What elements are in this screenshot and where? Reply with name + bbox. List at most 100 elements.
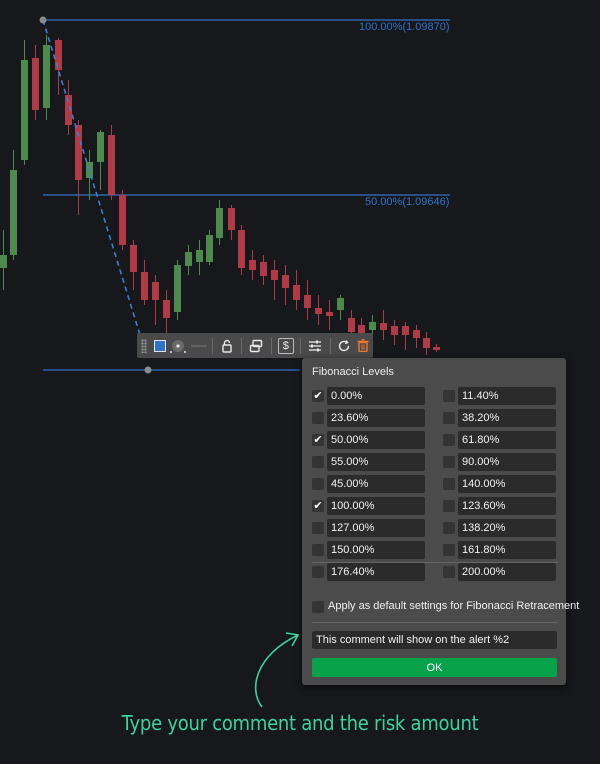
candle-body	[413, 330, 420, 338]
fib-level-row[interactable]: 176.40%	[312, 563, 432, 581]
fib-level-row[interactable]: 150.00%	[312, 541, 432, 559]
candle-body	[391, 326, 398, 335]
lock-button[interactable]	[216, 333, 237, 358]
fib-level-row[interactable]: 38.20%	[443, 409, 563, 427]
fill-square-icon	[153, 339, 166, 352]
level-value-field[interactable]: 138.20%	[458, 519, 556, 537]
default-settings-label: Apply as default settings for Fibonacci …	[328, 600, 580, 612]
level-checkbox[interactable]	[443, 390, 455, 402]
level-checkbox[interactable]	[312, 522, 324, 534]
candle-body	[130, 245, 137, 272]
candle-body	[21, 60, 28, 160]
drawing-toolbar: $	[137, 333, 373, 358]
level-checkbox[interactable]	[443, 500, 455, 512]
level-checkbox[interactable]	[443, 434, 455, 446]
fib-level-row[interactable]: 23.60%	[312, 409, 432, 427]
level-checkbox[interactable]	[443, 478, 455, 490]
candle-body	[32, 58, 39, 110]
level-value-field[interactable]: 0.00%	[327, 387, 425, 405]
candle-body	[174, 265, 181, 312]
candle-body	[185, 252, 192, 266]
level-value-field[interactable]: 150.00%	[327, 541, 425, 559]
link-icon	[250, 339, 263, 352]
settings-icon	[309, 340, 322, 351]
level-value-field[interactable]: 100.00%	[327, 497, 425, 515]
candle-body	[271, 270, 278, 280]
settings-button[interactable]	[304, 333, 327, 358]
level-value-field[interactable]: 127.00%	[327, 519, 425, 537]
fib-level-row[interactable]: ✔ 100.00%	[312, 497, 432, 515]
level-value-field[interactable]: 200.00%	[458, 563, 556, 581]
delete-button[interactable]	[353, 333, 373, 358]
fib-level-row[interactable]: 140.00%	[443, 475, 563, 493]
fib-level-row[interactable]: 11.40%	[443, 387, 563, 405]
level-checkbox[interactable]: ✔	[312, 500, 324, 512]
link-button[interactable]	[245, 333, 268, 358]
candle-body	[152, 282, 159, 300]
fib-level-row[interactable]: 127.00%	[312, 519, 432, 537]
comment-input[interactable]	[312, 631, 557, 649]
fib-level-row[interactable]: ✔ 50.00%	[312, 431, 432, 449]
level-value-field[interactable]: 55.00%	[327, 453, 425, 471]
fib-level-row[interactable]: 138.20%	[443, 519, 563, 537]
candle-body	[119, 195, 126, 245]
dollar-icon: $	[277, 337, 294, 354]
candle-body	[315, 308, 322, 314]
candle-body	[238, 230, 245, 268]
default-settings-checkbox[interactable]	[312, 601, 324, 613]
level-value-field[interactable]: 38.20%	[458, 409, 556, 427]
candle-body	[0, 255, 7, 268]
fib-level-row[interactable]: 123.60%	[443, 497, 563, 515]
candle-body	[196, 250, 203, 262]
candle-body	[380, 323, 387, 330]
level-checkbox[interactable]	[443, 566, 455, 578]
anchor-handle-top	[39, 16, 47, 24]
level-value-field[interactable]: 11.40%	[458, 387, 556, 405]
divider	[312, 562, 558, 563]
dollar-button[interactable]: $	[275, 333, 296, 358]
candle-body	[163, 300, 170, 318]
default-settings-row[interactable]: Apply as default settings for Fibonacci …	[312, 598, 579, 616]
fib-level-row[interactable]: 161.80%	[443, 541, 563, 559]
panel-title: Fibonacci Levels	[312, 366, 394, 378]
toolbar-separator	[299, 337, 301, 354]
level-value-field[interactable]: 123.60%	[458, 497, 556, 515]
line-style-icon	[170, 339, 187, 353]
level-checkbox[interactable]	[443, 412, 455, 424]
level-value-field[interactable]: 90.00%	[458, 453, 556, 471]
fib-level-row[interactable]: 45.00%	[312, 475, 432, 493]
candle-body	[423, 338, 430, 348]
level-checkbox[interactable]	[312, 478, 324, 490]
level-value-field[interactable]: 140.00%	[458, 475, 556, 493]
candle-body	[282, 275, 289, 288]
ok-button[interactable]: OK	[312, 658, 557, 677]
fib-level-row[interactable]: 55.00%	[312, 453, 432, 471]
level-value-field[interactable]: 23.60%	[327, 409, 425, 427]
level-checkbox[interactable]	[443, 456, 455, 468]
level-value-field[interactable]: 176.40%	[327, 563, 425, 581]
level-value-field[interactable]: 45.00%	[327, 475, 425, 493]
level-checkbox[interactable]	[312, 456, 324, 468]
level-checkbox[interactable]	[312, 566, 324, 578]
level-checkbox[interactable]	[443, 522, 455, 534]
toolbar-separator	[329, 337, 331, 354]
level-checkbox[interactable]	[312, 544, 324, 556]
fib-level-row[interactable]: ✔ 0.00%	[312, 387, 432, 405]
level-checkbox[interactable]: ✔	[312, 434, 324, 446]
level-checkbox[interactable]: ✔	[312, 390, 324, 402]
drag-handle[interactable]	[141, 338, 147, 353]
fill-color-button[interactable]	[151, 333, 169, 358]
level-checkbox[interactable]	[443, 544, 455, 556]
refresh-button[interactable]	[334, 333, 354, 358]
level-value-field[interactable]: 161.80%	[458, 541, 556, 559]
line-width-button[interactable]	[188, 333, 209, 358]
fib-level-row[interactable]: 90.00%	[443, 453, 563, 471]
candle-body	[141, 272, 148, 300]
level-value-field[interactable]: 50.00%	[327, 431, 425, 449]
level-value-field[interactable]: 61.80%	[458, 431, 556, 449]
fib-level-row[interactable]: 200.00%	[443, 563, 563, 581]
level-checkbox[interactable]	[312, 412, 324, 424]
line-style-button[interactable]	[168, 333, 188, 358]
candle-body	[55, 40, 62, 70]
fib-level-row[interactable]: 61.80%	[443, 431, 563, 449]
